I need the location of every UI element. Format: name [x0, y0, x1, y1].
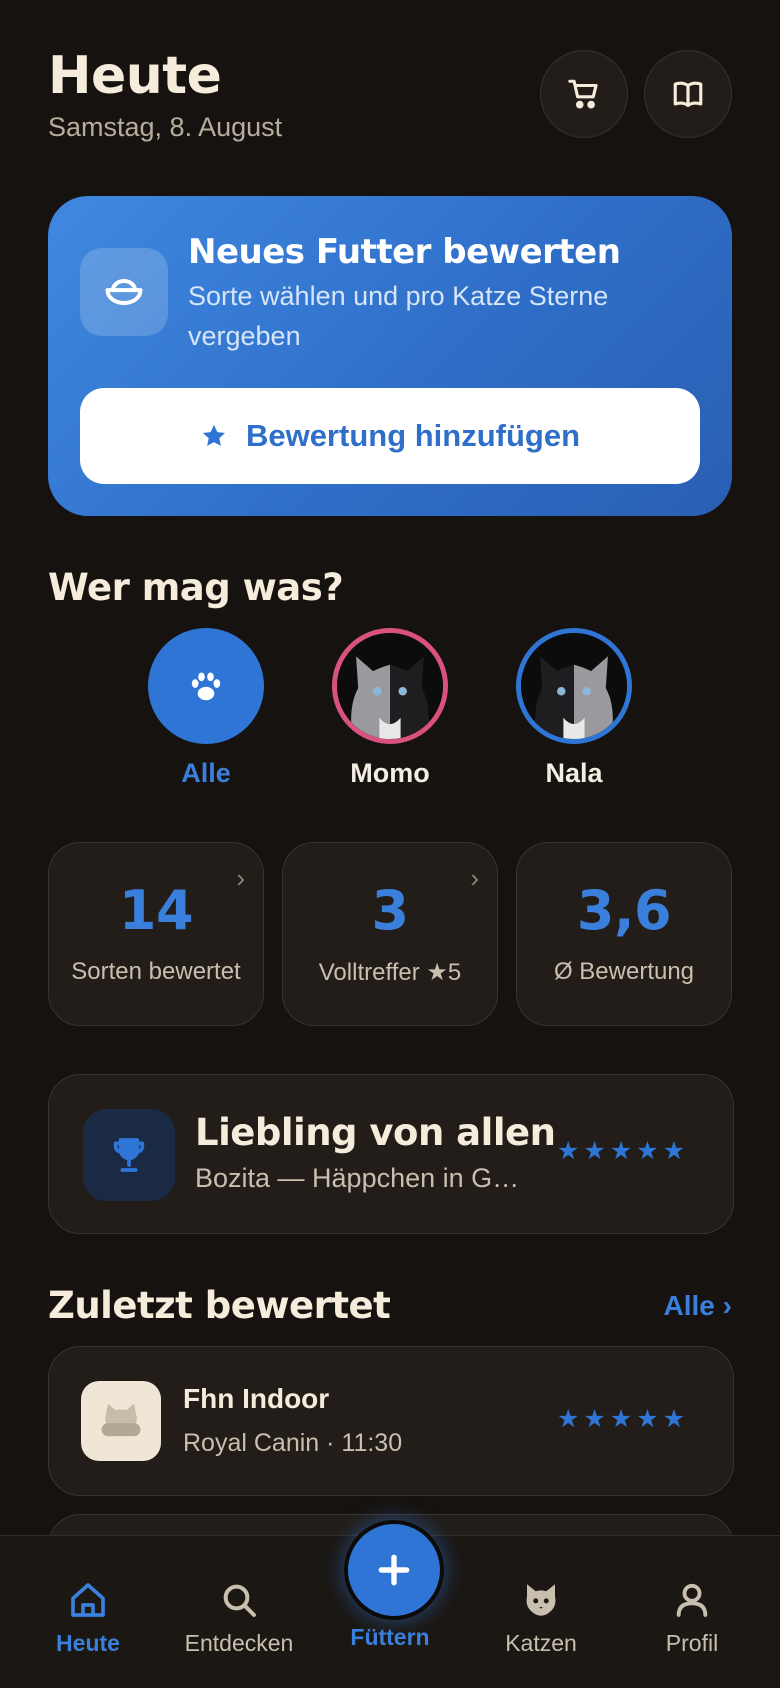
- nav-label-fuettern[interactable]: Füttern: [320, 1624, 460, 1651]
- avatar: [516, 628, 632, 744]
- cat-photo: [337, 633, 443, 739]
- feed-button[interactable]: [344, 1520, 444, 1620]
- nav-item-katzen[interactable]: Katzen: [476, 1576, 606, 1657]
- cat-filter-momo[interactable]: Momo: [320, 628, 460, 789]
- star-icon: ★: [636, 1405, 659, 1433]
- avatar: [332, 628, 448, 744]
- home-icon: [71, 1583, 105, 1617]
- star-icon: ★: [583, 1405, 606, 1433]
- stat-label: Ø Bewertung: [553, 958, 695, 985]
- bottom-nav: Heute Entdecken Füttern Katzen Profil: [0, 1520, 780, 1688]
- favorite-subtitle: Bozita — Häppchen in G…: [195, 1163, 520, 1193]
- star-icon: ★: [583, 1137, 606, 1165]
- cats-section-title: Wer mag was?: [48, 566, 344, 609]
- page-header: Heute Samstag, 8. August: [48, 44, 282, 143]
- stat-label: Sorten bewertet: [71, 958, 241, 985]
- recent-section-title: Zuletzt bewertet: [48, 1284, 391, 1327]
- star-icon: ★: [636, 1137, 659, 1165]
- food-rating: ★ ★ ★ ★ ★: [557, 1407, 685, 1432]
- nav-label: Profil: [665, 1630, 719, 1656]
- nav-label: Entdecken: [184, 1630, 294, 1656]
- add-rating-label: Bewertung hinzufügen: [245, 418, 581, 453]
- star-icon: ★: [662, 1405, 686, 1433]
- nav-label: Katzen: [505, 1630, 577, 1656]
- cat-label-all: Alle: [181, 758, 231, 788]
- guide-button[interactable]: [644, 50, 732, 138]
- stat-value: 3: [371, 879, 409, 942]
- bowl-icon-box: [80, 248, 168, 336]
- cart-button[interactable]: [540, 50, 628, 138]
- stat-value: 14: [118, 879, 194, 942]
- cat-photo: [521, 633, 627, 739]
- search-icon: [223, 1584, 256, 1617]
- stat-rated-varieties[interactable]: › 14 Sorten bewertet: [48, 842, 264, 1026]
- rate-new-food-card: Neues Futter bewerten Sorte wählen und p…: [48, 196, 732, 516]
- nav-label: Heute: [56, 1630, 120, 1656]
- stat-top-hits[interactable]: › 3 Volltreffer ★5: [282, 842, 498, 1026]
- star-icon: ★: [557, 1137, 580, 1165]
- food-thumbnail: [81, 1381, 161, 1461]
- food-name: Fhn Indoor: [183, 1383, 330, 1414]
- page-date: Samstag, 8. August: [48, 112, 283, 142]
- nav-item-profil[interactable]: Profil: [627, 1576, 757, 1657]
- hero-title: Neues Futter bewerten: [188, 232, 621, 272]
- star-icon: [202, 424, 226, 446]
- food-meta: Royal Canin · 11:30: [183, 1429, 403, 1457]
- book-open-icon: [673, 81, 703, 107]
- trophy-icon-box: [83, 1109, 175, 1201]
- cat-label-nala: Nala: [545, 758, 603, 788]
- plus-icon: [378, 1554, 410, 1586]
- user-icon: [676, 1583, 708, 1617]
- recent-all-link[interactable]: Alle ›: [664, 1290, 732, 1322]
- stat-average-rating: 3,6 Ø Bewertung: [516, 842, 732, 1026]
- avatar: [148, 628, 264, 744]
- favorite-title: Liebling von allen: [195, 1111, 556, 1154]
- paw-icon: [191, 672, 221, 701]
- star-icon: ★: [609, 1137, 633, 1165]
- star-icon: ★: [609, 1405, 633, 1433]
- chevron-right-icon: ›: [236, 863, 245, 893]
- chevron-right-icon: ›: [470, 863, 479, 893]
- cat-filter-nala[interactable]: Nala: [504, 628, 644, 789]
- cart-icon: [568, 79, 598, 109]
- cat-food-icon: [101, 1403, 141, 1437]
- nav-item-heute[interactable]: Heute: [23, 1576, 153, 1657]
- cat-label-momo: Momo: [350, 758, 430, 788]
- hero-subtitle: Sorte wählen und pro Katze Sterne vergeb…: [188, 281, 609, 351]
- favorite-card[interactable]: Liebling von allen Bozita — Häppchen in …: [48, 1074, 734, 1234]
- nav-item-entdecken[interactable]: Entdecken: [174, 1576, 304, 1657]
- star-icon: ★: [662, 1137, 686, 1165]
- bowl-icon: [105, 278, 143, 306]
- favorite-rating: ★ ★ ★ ★ ★: [557, 1139, 685, 1164]
- star-icon: ★: [557, 1405, 580, 1433]
- trophy-icon: [113, 1138, 145, 1172]
- stat-value: 3,6: [576, 879, 672, 942]
- cat-filter-all[interactable]: Alle: [136, 628, 276, 789]
- list-item[interactable]: Fhn Indoor Royal Canin · 11:30 ★ ★ ★ ★ ★: [48, 1346, 734, 1496]
- page-title: Heute: [48, 46, 222, 106]
- add-rating-button[interactable]: Bewertung hinzufügen: [80, 388, 700, 484]
- cat-icon: [526, 1584, 556, 1616]
- stat-label: Volltreffer ★5: [318, 959, 462, 986]
